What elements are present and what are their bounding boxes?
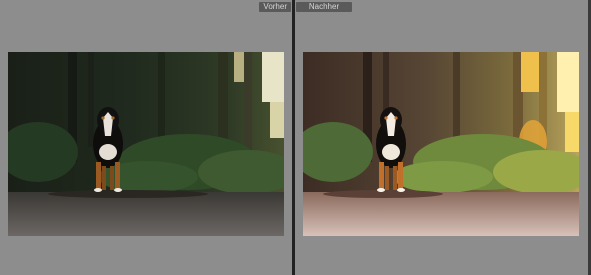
before-label: Vorher bbox=[259, 2, 291, 12]
after-pane[interactable]: Nachher bbox=[295, 0, 588, 275]
after-label: Nachher bbox=[296, 2, 352, 12]
before-photo[interactable] bbox=[8, 52, 284, 236]
after-photo[interactable] bbox=[303, 52, 579, 236]
before-pane[interactable]: Vorher bbox=[0, 0, 292, 275]
compare-view: Vorher Nachher bbox=[0, 0, 591, 275]
